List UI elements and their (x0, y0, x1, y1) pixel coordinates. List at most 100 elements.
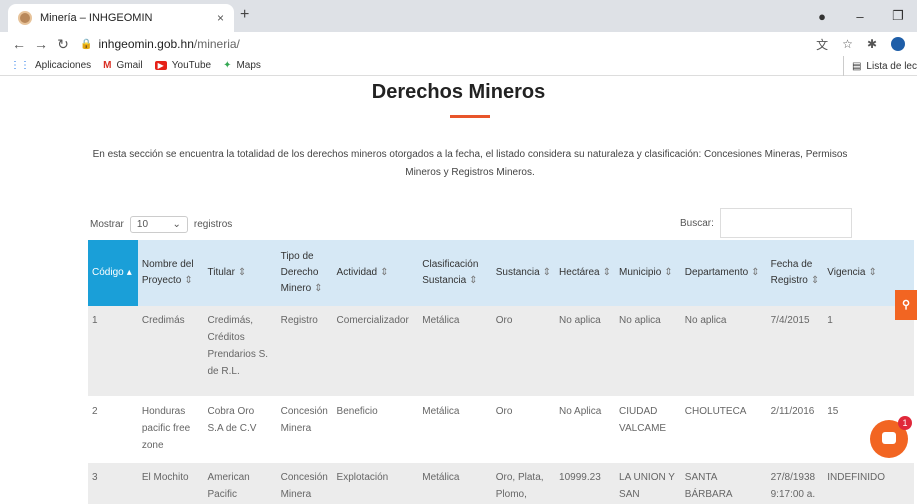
cell-actividad: Explotación (332, 462, 419, 504)
bookmark-apps[interactable]: ⋮⋮ Aplicaciones (10, 60, 91, 71)
reload-icon[interactable]: ↻ (52, 36, 74, 53)
tab-title: Minería – INHGEOMIN (40, 12, 153, 24)
cell-tipo: Concesión Minera (276, 396, 333, 463)
bookmark-label: Gmail (116, 60, 143, 71)
cell-hectarea: No Aplica (555, 396, 616, 463)
cell-municipio: CIUDAD VALCAME (615, 396, 681, 463)
column-header-hectarea[interactable]: Hectárea ⇕ (555, 240, 616, 306)
column-header-actividad[interactable]: Actividad ⇕ (332, 240, 419, 306)
window-controls: ● – ❐ (803, 0, 917, 32)
url-domain: inhgeomin.gob.hn (98, 37, 194, 51)
sort-icon: ⇕ (602, 267, 612, 278)
globe-icon[interactable] (891, 37, 905, 51)
reading-list-label: Lista de lec (866, 60, 917, 72)
cell-clasificacion: Metálica (418, 396, 492, 463)
search-control: Buscar: (680, 208, 852, 238)
browser-tab[interactable]: Minería – INHGEOMIN × (8, 4, 234, 32)
reading-list-icon: ▤ (851, 60, 862, 72)
chat-widget-button[interactable]: 1 (870, 416, 912, 458)
bookmark-gmail[interactable]: M Gmail (103, 60, 142, 71)
back-icon[interactable]: ← (8, 36, 30, 52)
bookmark-label: Aplicaciones (35, 60, 92, 71)
sort-icon: ⇕ (314, 283, 323, 294)
browser-tab-bar: Minería – INHGEOMIN × + ● – ❐ (0, 0, 917, 32)
reading-list[interactable]: ▤ Lista de lec (842, 56, 917, 76)
column-header-clasificacion[interactable]: Clasificación Sustancia ⇕ (418, 240, 492, 306)
search-label: Buscar: (680, 217, 714, 229)
table-header-row: Código ▴ Nombre del Proyecto ⇕ Titular ⇕ Ti… (88, 240, 914, 306)
url-field[interactable]: 🔒 inhgeomin.gob.hn/mineria/ (80, 37, 816, 51)
cell-clasificacion: Metálica (418, 306, 492, 397)
column-header-sustancia[interactable]: Sustancia ⇕ (491, 240, 556, 306)
search-toggle-button[interactable]: ⚲ (895, 290, 917, 320)
cell-municipio: LA UNION Y SAN (615, 462, 681, 504)
search-input[interactable] (719, 208, 852, 238)
maps-icon: ✦ (223, 60, 232, 71)
title-underline (450, 115, 490, 118)
cell-codigo: 1 (88, 306, 138, 397)
cell-titular: Cobra Oro S.A de C.V (203, 396, 277, 463)
star-icon[interactable]: ☆ (842, 37, 853, 51)
column-header-codigo[interactable]: Código ▴ (88, 240, 138, 306)
column-header-proyecto[interactable]: Nombre del Proyecto ⇕ (137, 240, 204, 306)
cell-fecha: 2/11/2016 (766, 396, 824, 463)
search-icon: ⚲ (901, 299, 911, 311)
cell-sustancia: Oro (491, 396, 556, 463)
cell-departamento: No aplica (680, 306, 767, 397)
cell-proyecto: El Mochito (137, 462, 204, 504)
cell-vigencia: INDEFINIDO (823, 462, 914, 504)
chat-icon (882, 432, 896, 444)
column-header-departamento[interactable]: Departamento ⇕ (680, 240, 767, 306)
cell-actividad: Comercializador (332, 306, 419, 397)
page-content: Derechos Mineros En esta sección se encu… (0, 76, 917, 504)
close-tab-icon[interactable]: × (217, 11, 224, 25)
show-label: Mostrar (90, 219, 124, 230)
site-favicon-icon (18, 11, 32, 25)
table-row: 3 El Mochito American Pacific Concesión … (88, 462, 914, 504)
new-tab-button[interactable]: + (240, 6, 249, 24)
extensions-icon[interactable]: ✱ (867, 37, 877, 51)
cell-municipio: No aplica (615, 306, 681, 397)
forward-icon[interactable]: → (30, 36, 52, 52)
cell-proyecto: Credimás (137, 306, 204, 397)
sort-icon: ⇕ (380, 267, 389, 278)
cell-proyecto: Honduras pacific free zone (137, 396, 204, 463)
cell-departamento: SANTA BÁRBARA (680, 462, 767, 504)
cell-sustancia: Oro (491, 306, 556, 397)
page-length-value: 10 (136, 219, 149, 230)
cell-hectarea: 10999.23 (555, 462, 616, 504)
translate-icon[interactable]: 文 (816, 36, 828, 53)
page-length-select[interactable]: 10 ⌄ (129, 216, 188, 233)
cell-tipo: Registro (276, 306, 333, 397)
bookmarks-bar: ⋮⋮ Aplicaciones M Gmail ▶ YouTube ✦ Maps ▤ Li… (0, 56, 917, 76)
url-path: /mineria/ (193, 37, 240, 51)
apps-icon: ⋮⋮ (10, 60, 30, 71)
column-header-fecha[interactable]: Fecha de Registro ⇕ (766, 240, 824, 306)
cell-fecha: 7/4/2015 (766, 306, 824, 397)
page-title: Derechos Mineros (371, 81, 546, 103)
sort-icon: ⇕ (810, 275, 820, 286)
cell-codigo: 2 (88, 396, 138, 463)
page-description: En esta sección se encuentra la totalida… (92, 149, 848, 178)
chat-badge: 1 (898, 416, 912, 430)
cell-tipo: Concesión Minera (276, 462, 333, 504)
chevron-down-icon: ⌄ (172, 219, 181, 230)
cell-fecha: 27/8/1938 9:17:00 a. (766, 462, 824, 504)
bookmark-youtube[interactable]: ▶ YouTube (154, 60, 211, 71)
column-header-tipo[interactable]: Tipo de Derecho Minero ⇕ (276, 240, 333, 306)
sort-icon: ⇕ (751, 267, 760, 278)
column-header-titular[interactable]: Titular ⇕ (203, 240, 277, 306)
minimize-icon[interactable]: – (841, 9, 879, 24)
address-bar-row: ← → ↻ 🔒 inhgeomin.gob.hn/mineria/ 文 ☆ ✱ (0, 32, 917, 56)
column-header-municipio[interactable]: Municipio ⇕ (615, 240, 681, 306)
cell-hectarea: No aplica (555, 306, 616, 397)
mining-rights-table: Código ▴ Nombre del Proyecto ⇕ Titular ⇕ Ti… (88, 240, 914, 504)
youtube-icon: ▶ (154, 61, 167, 70)
profile-icon[interactable]: ● (803, 9, 841, 24)
cell-actividad: Beneficio (332, 396, 419, 463)
table-row: 2 Honduras pacific free zone Cobra Oro S… (88, 396, 914, 463)
restore-icon[interactable]: ❐ (879, 8, 917, 24)
cell-clasificacion: Metálica (418, 462, 492, 504)
sort-icon: ⇕ (868, 267, 877, 278)
bookmark-maps[interactable]: ✦ Maps (223, 60, 261, 71)
